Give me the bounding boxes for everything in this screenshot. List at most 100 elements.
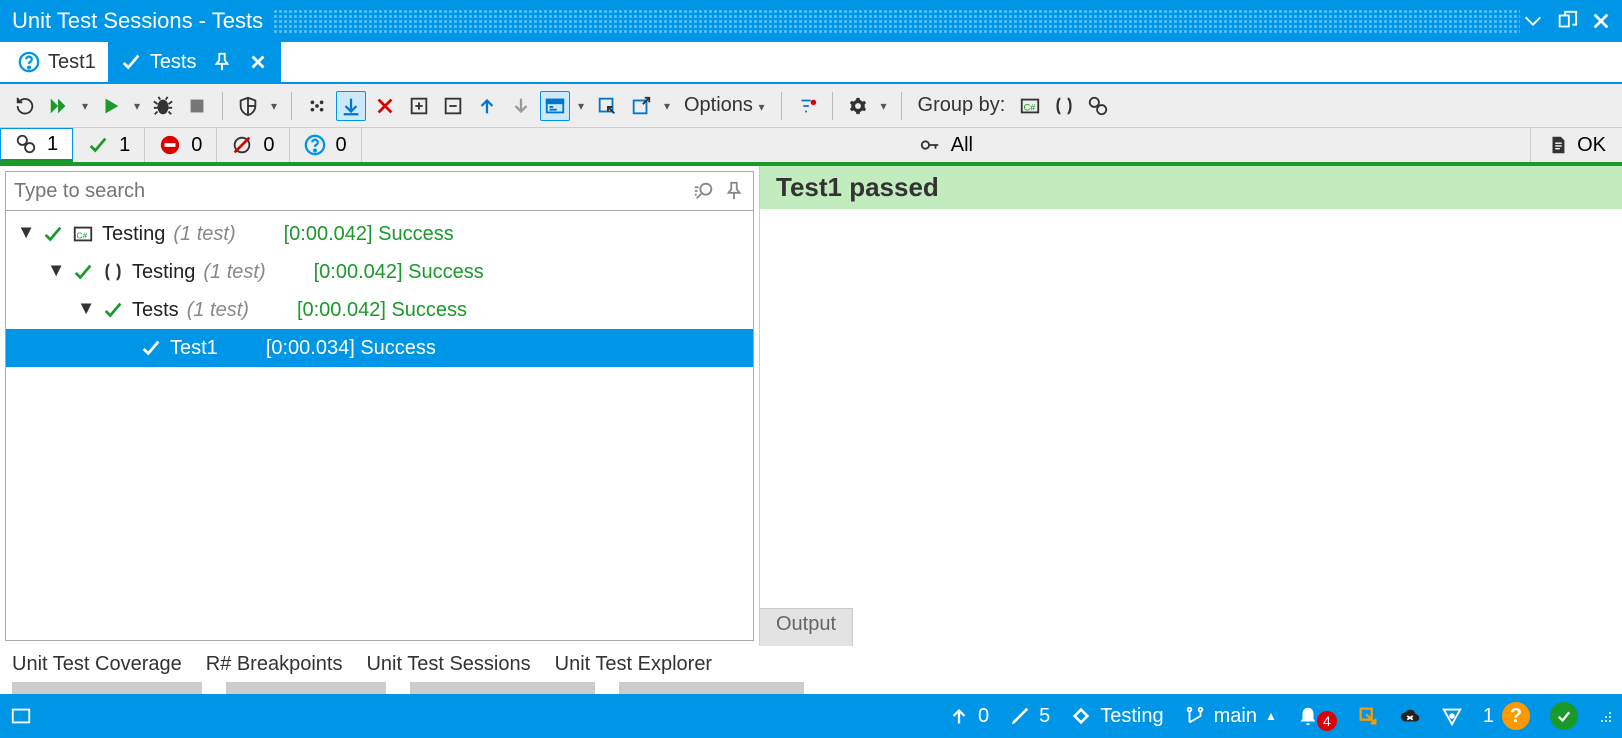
import-button[interactable]: [592, 91, 622, 121]
tab-tests[interactable]: Tests: [108, 42, 281, 82]
expand-all-button[interactable]: [404, 91, 434, 121]
filter-ignored[interactable]: 0: [217, 128, 289, 162]
tree-row-test[interactable]: Test1 [0:00.034] Success: [6, 329, 753, 367]
result-pane: Test1 passed Output: [760, 166, 1622, 646]
stop-button[interactable]: [182, 91, 212, 121]
float-button[interactable]: [1554, 8, 1580, 34]
export-button[interactable]: [626, 91, 656, 121]
debug-button[interactable]: [148, 91, 178, 121]
next-button[interactable]: [506, 91, 536, 121]
tree-row-class[interactable]: ▶ Tests (1 test) [0:00.042] Success: [6, 291, 753, 329]
pin-icon[interactable]: [211, 51, 233, 73]
analysis-ok[interactable]: [1550, 702, 1578, 730]
titlebar-grip[interactable]: [273, 9, 1520, 33]
group-project-button[interactable]: C#: [1015, 91, 1045, 121]
project-name: Testing: [1100, 705, 1163, 728]
repeat-button[interactable]: [10, 91, 40, 121]
document-icon: [1547, 134, 1569, 156]
filter-total[interactable]: 1: [0, 128, 73, 162]
coverage-dropdown[interactable]: ▾: [267, 99, 281, 113]
project-indicator[interactable]: Testing: [1070, 705, 1163, 728]
check-icon: [140, 337, 162, 359]
coverage-button[interactable]: [233, 91, 263, 121]
warning-icon: ?: [1502, 702, 1530, 730]
filter-failed[interactable]: 0: [145, 128, 217, 162]
run-dropdown[interactable]: ▾: [130, 99, 144, 113]
output-tab[interactable]: Output: [760, 608, 853, 646]
search-input[interactable]: [14, 180, 685, 203]
notifications[interactable]: 4: [1297, 701, 1337, 731]
expand-icon[interactable]: ▶: [49, 265, 66, 279]
tab-sessions[interactable]: Unit Test Sessions: [366, 649, 530, 680]
node-count: (1 test): [187, 299, 249, 322]
tree-row-namespace[interactable]: ▶ Testing (1 test) [0:00.042] Success: [6, 253, 753, 291]
result-banner: Test1 passed: [760, 166, 1622, 209]
resize-grip-icon[interactable]: [1598, 709, 1612, 723]
search-box[interactable]: [5, 171, 754, 211]
edits[interactable]: 5: [1009, 705, 1050, 728]
live-share-icon[interactable]: [1441, 705, 1463, 727]
check-icon: [120, 51, 142, 73]
remove-button[interactable]: [370, 91, 400, 121]
settings-button[interactable]: [843, 91, 873, 121]
autoscroll-button[interactable]: [336, 91, 366, 121]
options-button[interactable]: Options ▾: [678, 94, 771, 117]
tree-pane: ▶ C# Testing (1 test) [0:00.042] Success…: [0, 166, 760, 646]
sync-up[interactable]: 0: [948, 705, 989, 728]
show-output-button[interactable]: [540, 91, 570, 121]
cloud-icon[interactable]: [1399, 705, 1421, 727]
feedback-icon[interactable]: [1357, 705, 1379, 727]
expand-icon[interactable]: ▶: [19, 227, 36, 241]
window-icon[interactable]: [10, 705, 32, 727]
show-output-dropdown[interactable]: ▾: [574, 99, 588, 113]
prev-button[interactable]: [472, 91, 502, 121]
node-time: [0:00.042] Success: [284, 223, 484, 246]
settings-dropdown[interactable]: ▾: [877, 99, 891, 113]
filter-count: 1: [119, 134, 130, 157]
status-ok: OK: [1531, 128, 1622, 162]
filter-unknown[interactable]: 0: [290, 128, 362, 162]
project-icon: C#: [72, 223, 94, 245]
run-all-button[interactable]: [44, 91, 74, 121]
expand-icon[interactable]: ▶: [79, 303, 96, 317]
tests-icon: [15, 133, 37, 155]
pin-icon[interactable]: [723, 180, 745, 202]
separator: [291, 92, 292, 120]
branch-indicator[interactable]: main▲: [1184, 705, 1277, 728]
filter-scope[interactable]: All: [362, 128, 1531, 162]
track-button[interactable]: [302, 91, 332, 121]
arrow-up-icon: [948, 705, 970, 727]
run-button[interactable]: [96, 91, 126, 121]
tab-breakpoints[interactable]: R# Breakpoints: [206, 649, 343, 680]
group-namespace-button[interactable]: [1049, 91, 1079, 121]
status-label: OK: [1577, 134, 1606, 157]
search-icon[interactable]: [693, 180, 715, 202]
test-tree: ▶ C# Testing (1 test) [0:00.042] Success…: [5, 211, 754, 641]
group-class-button[interactable]: [1083, 91, 1113, 121]
filter-passed[interactable]: 1: [73, 128, 145, 162]
window-controls: [1520, 8, 1614, 34]
window-title: Unit Test Sessions - Tests: [12, 8, 263, 34]
branch-icon: [1184, 705, 1206, 727]
tab-test1[interactable]: Test1: [6, 42, 108, 82]
warnings[interactable]: 1?: [1483, 702, 1530, 730]
tree-row-project[interactable]: ▶ C# Testing (1 test) [0:00.042] Success: [6, 215, 753, 253]
node-name: Tests: [132, 299, 179, 322]
close-button[interactable]: [1588, 8, 1614, 34]
collapse-all-button[interactable]: [438, 91, 468, 121]
check-icon: [87, 134, 109, 156]
session-tabs: Test1 Tests: [0, 42, 1622, 84]
node-count: (1 test): [203, 261, 265, 284]
filter-count: 0: [336, 134, 347, 157]
export-dropdown[interactable]: ▾: [660, 99, 674, 113]
filter-button[interactable]: [792, 91, 822, 121]
close-tab-icon[interactable]: [247, 51, 269, 73]
filter-scope-label: All: [951, 134, 973, 157]
run-all-dropdown[interactable]: ▾: [78, 99, 92, 113]
result-body: [760, 209, 1622, 608]
tab-explorer[interactable]: Unit Test Explorer: [555, 649, 712, 680]
tab-coverage[interactable]: Unit Test Coverage: [12, 649, 182, 680]
minimize-button[interactable]: [1520, 8, 1546, 34]
svg-text:C#: C#: [1024, 102, 1037, 112]
separator: [781, 92, 782, 120]
